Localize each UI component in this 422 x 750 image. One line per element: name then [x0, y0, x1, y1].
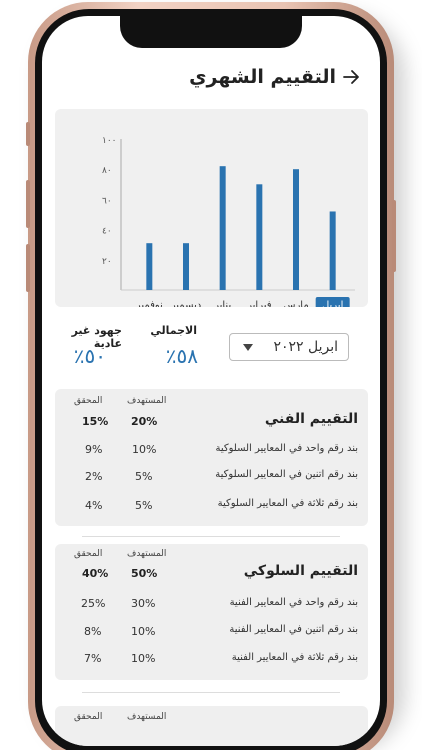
target-header: المستهدف [127, 396, 167, 406]
total-value: ٥٨٪ [165, 344, 198, 368]
extra-effort-value: ٥٠٪ [73, 344, 106, 368]
arrow-right-icon[interactable] [342, 68, 360, 86]
criteria-row-label: بند رقم ثلاثة في المعايير السلوكية [217, 498, 358, 509]
bar-chart: ٢٠ ٤٠ ٦٠ ٨٠ ١٠٠ ابريل مارس فبراير يناير ديسمبر نوف… [102, 136, 355, 307]
achieved-header: المحقق [74, 712, 103, 722]
target-header: المستهدف [127, 549, 167, 559]
bar-3 [219, 166, 226, 290]
criteria-row-target: 10% [132, 443, 157, 456]
criteria-row-achieved: 9% [85, 443, 103, 456]
divider [82, 692, 340, 693]
criteria-row-target: 5% [135, 499, 153, 512]
achieved-header: المحقق [74, 396, 103, 406]
month-select[interactable]: ابريل ٢٠٢٢ [229, 333, 349, 361]
criteria-row-target: 10% [131, 625, 156, 638]
bar-2 [256, 184, 263, 290]
technical-evaluation-card: المستهدف المحقق التقييم الفني 20% 15% بن… [55, 389, 368, 526]
side-button [26, 180, 30, 228]
caret-down-icon [243, 344, 253, 351]
criteria-row-target: 5% [135, 470, 153, 483]
month-select-value: ابريل ٢٠٢٢ [273, 339, 338, 355]
criteria-row-label: بند رقم واحد في المعايير الفنية [229, 597, 358, 608]
app-screen: التقييم الشهري ٢٠ ٤٠ ٦٠ ٨٠ ١٠٠ ابريل مارس فبراي… [42, 16, 380, 746]
bar-1 [293, 169, 299, 290]
criteria-row-achieved: 2% [85, 470, 103, 483]
monthly-chart-card: ٢٠ ٤٠ ٦٠ ٨٠ ١٠٠ ابريل مارس فبراير يناير ديسمبر نوف… [55, 109, 368, 307]
behavioral-evaluation-card: المستهدف المحقق التقييم السلوكي 50% 40% … [55, 544, 368, 680]
criteria-row-achieved: 4% [85, 499, 103, 512]
criteria-row-target: 10% [131, 652, 156, 665]
y-tick-label: ٤٠ [102, 227, 112, 237]
divider [82, 536, 340, 537]
achieved-header: المحقق [74, 549, 103, 559]
side-button [392, 200, 396, 272]
x-tick-label[interactable]: نوفمبر [135, 300, 163, 307]
criteria-row-label: بند رقم اتنين في المعايير الفنية [229, 624, 358, 635]
summary-row: ابريل ٢٠٢٢ الاجمالي ٥٨٪ جهود غير عادية ٥… [42, 316, 380, 386]
y-tick-label: ٨٠ [102, 166, 112, 176]
y-tick-label: ٦٠ [102, 196, 112, 206]
total-achieved: 15% [82, 415, 109, 428]
criteria-row-achieved: 25% [81, 597, 106, 610]
total-achieved: 40% [82, 567, 109, 580]
x-tick-label[interactable]: ديسمبر [170, 300, 201, 307]
x-tick-label[interactable]: يناير [213, 300, 231, 307]
x-tick-label[interactable]: ابريل [322, 300, 343, 307]
bar-0 [329, 211, 336, 290]
target-header: المستهدف [127, 712, 167, 722]
app-mockup-scene: التقييم الشهري ٢٠ ٤٠ ٦٠ ٨٠ ١٠٠ ابريل مارس فبراي… [0, 0, 422, 750]
y-tick-label: ١٠٠ [102, 136, 117, 146]
criteria-row-achieved: 7% [84, 652, 102, 665]
criteria-row-label: بند رقم واحد في المعايير السلوكية [215, 443, 358, 454]
phone-notch [120, 16, 302, 48]
x-tick-label[interactable]: فبراير [246, 300, 272, 307]
side-button [26, 122, 30, 146]
total-target: 20% [131, 415, 158, 428]
criteria-row-label: بند رقم اتنين في المعايير السلوكية [215, 469, 358, 480]
side-button [26, 244, 30, 292]
total-target: 50% [131, 567, 158, 580]
technical-title: التقييم الفني [264, 411, 358, 427]
bar-5 [146, 243, 153, 290]
bar-4 [183, 243, 189, 290]
behavioral-title: التقييم السلوكي [243, 563, 358, 579]
criteria-row-label: بند رقم ثلاثة في المعايير الفنية [231, 652, 358, 663]
total-label: الاجمالي [150, 324, 197, 337]
page-title: التقييم الشهري [189, 66, 336, 88]
y-tick-label: ٢٠ [102, 257, 112, 267]
criteria-row-target: 30% [131, 597, 156, 610]
header: التقييم الشهري [42, 66, 380, 106]
evaluation-card-partial: المستهدف المحقق [55, 706, 368, 746]
criteria-row-achieved: 8% [84, 625, 102, 638]
x-tick-label[interactable]: مارس [283, 300, 308, 307]
